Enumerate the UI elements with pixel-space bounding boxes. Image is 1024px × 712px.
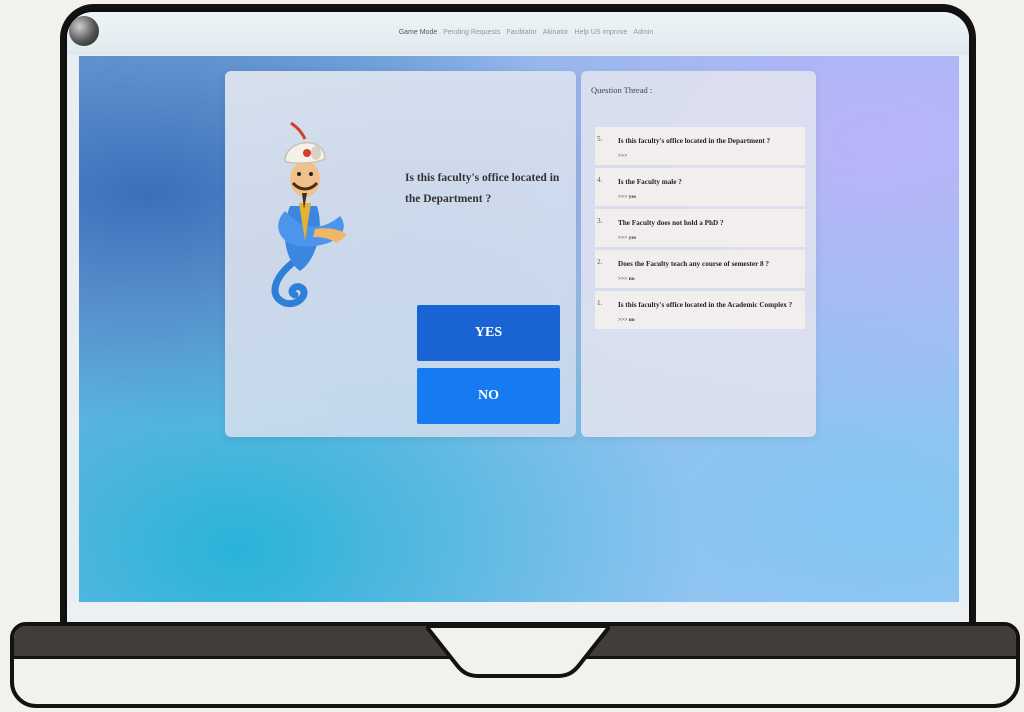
nav-game-mode[interactable]: Game Mode: [399, 29, 438, 36]
thread-item: 2. Does the Faculty teach any course of …: [595, 250, 805, 288]
nav-facilitator[interactable]: Facilitator: [506, 29, 536, 36]
laptop-screen: Game Mode Pending Requests Facilitator A…: [67, 12, 969, 622]
nav-help-us-improve[interactable]: Help US improve: [575, 29, 628, 36]
genie-icon: [271, 121, 347, 308]
thread-item: 4. Is the Faculty male ? >>> yes: [595, 168, 805, 206]
screen-bottom-strip: [67, 602, 969, 622]
thread-item-question: Does the Faculty teach any course of sem…: [618, 260, 769, 268]
thread-list: 5. Is this faculty's office located in t…: [595, 127, 805, 332]
logo-icon[interactable]: [69, 16, 99, 46]
no-button[interactable]: NO: [417, 368, 560, 424]
thread-item: 1. Is this faculty's office located in t…: [595, 291, 805, 329]
thread-item-answer: >>> yes: [618, 194, 637, 200]
thread-item-question: Is this faculty's office located in the …: [618, 137, 771, 145]
nav-pending-requests[interactable]: Pending Requests: [443, 29, 500, 36]
question-thread-panel: Question Thread : 5. Is this faculty's o…: [581, 71, 816, 437]
thread-item-answer: >>>: [618, 153, 628, 159]
thread-item-answer: >>> no: [618, 317, 635, 323]
thread-item: 3. The Faculty does not hold a PhD ? >>>…: [595, 209, 805, 247]
nav-akinator[interactable]: Akinator: [543, 29, 569, 36]
thread-item-number: 5.: [597, 135, 603, 143]
thread-item: 5. Is this faculty's office located in t…: [595, 127, 805, 165]
thread-item-question: Is this faculty's office located in the …: [618, 301, 793, 309]
thread-item-answer: >>> yes: [618, 235, 637, 241]
laptop-notch: [426, 626, 610, 678]
question-text: Is this faculty's office located in the …: [405, 172, 560, 205]
thread-item-number: 1.: [597, 299, 603, 307]
laptop-base: [10, 622, 1020, 708]
navbar: Game Mode Pending Requests Facilitator A…: [67, 12, 969, 52]
thread-item-answer: >>> no: [618, 276, 635, 282]
thread-item-number: 3.: [597, 217, 603, 225]
nav-admin[interactable]: Admin: [633, 29, 653, 36]
thread-item-question: The Faculty does not hold a PhD ?: [618, 219, 724, 227]
thread-item-question: Is the Faculty male ?: [618, 178, 682, 186]
thread-item-number: 2.: [597, 258, 603, 266]
question-card: Is this faculty's office located in the …: [225, 71, 576, 437]
thread-title: Question Thread :: [591, 85, 653, 95]
nav-links: Game Mode Pending Requests Facilitator A…: [399, 29, 654, 36]
yes-button[interactable]: YES: [417, 305, 560, 361]
thread-item-number: 4.: [597, 176, 603, 184]
